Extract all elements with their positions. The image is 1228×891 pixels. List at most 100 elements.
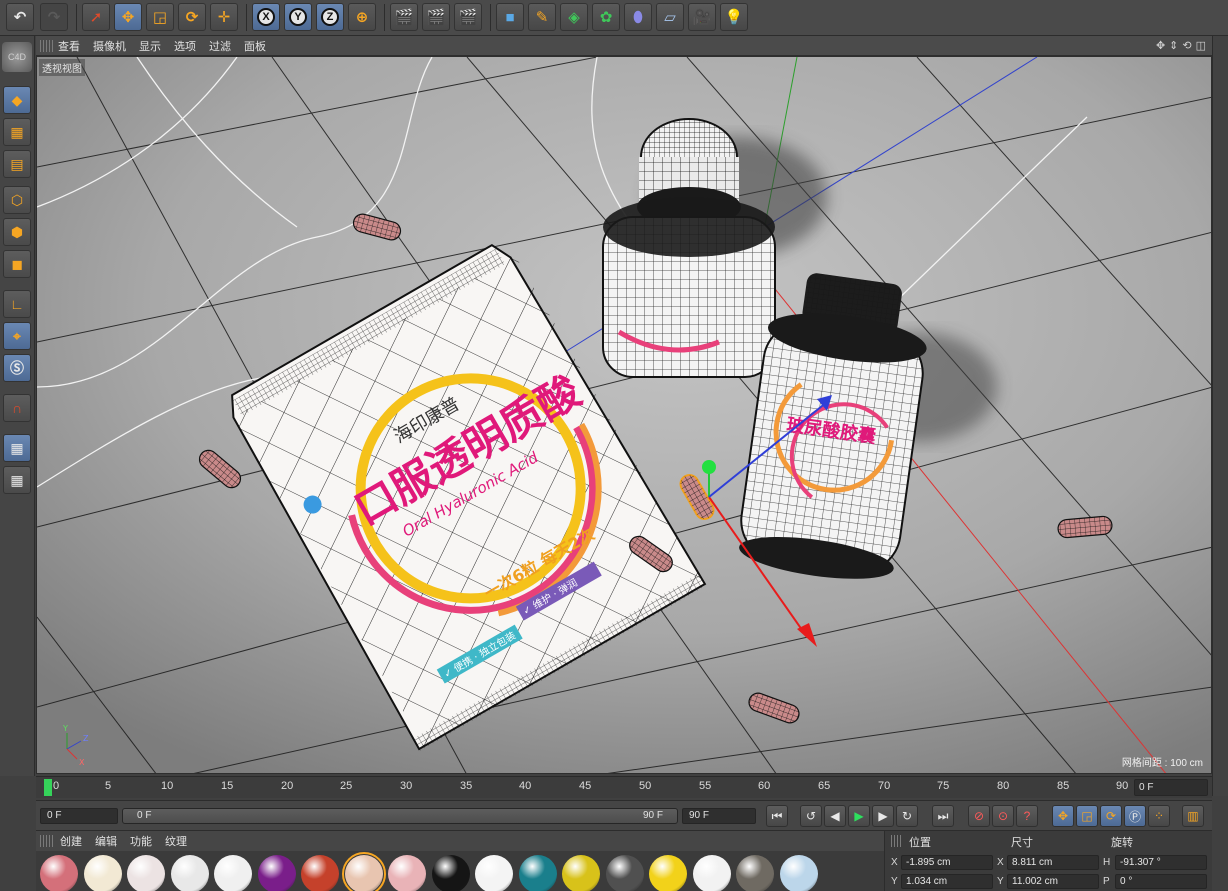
rotate-tool-button[interactable]: ⟳ — [178, 3, 206, 31]
end-frame-field[interactable]: 90 F — [682, 808, 756, 824]
cloner-button[interactable]: ✿ — [592, 3, 620, 31]
subdivision-button[interactable]: ◈ — [560, 3, 588, 31]
white-material-2-ball[interactable] — [214, 855, 252, 891]
gray-material-ball[interactable] — [605, 855, 644, 891]
pink-material-ball[interactable] — [40, 855, 78, 891]
pan-icon[interactable]: ✥ — [1156, 39, 1165, 52]
cube-object-button[interactable]: ■ — [496, 3, 524, 31]
keyframe-selection-button[interactable]: ? — [1016, 805, 1038, 827]
lock-workplane-button[interactable]: ▦ — [3, 434, 31, 462]
pen-spline-button[interactable]: ✎ — [528, 3, 556, 31]
deformer-button[interactable]: ⬮ — [624, 3, 652, 31]
menu-function[interactable]: 功能 — [130, 833, 152, 849]
size-y-field[interactable]: 11.002 cm — [1007, 874, 1099, 889]
menu-create[interactable]: 创建 — [60, 833, 82, 849]
black-material-ball[interactable] — [431, 855, 470, 891]
timeline-ruler[interactable]: 0 5 10 15 20 25 30 35 40 45 50 55 60 65 … — [36, 776, 1212, 798]
dolly-icon[interactable]: ⇕ — [1169, 39, 1178, 52]
snap-icon: Ⓢ — [10, 360, 24, 376]
light-pink-material-ball[interactable] — [388, 855, 426, 891]
magnet-button[interactable]: ∩ — [3, 394, 31, 422]
move-tool-button[interactable]: ✥ — [114, 3, 142, 31]
z-axis-lock-button[interactable]: Z — [316, 3, 344, 31]
panel-grip-icon[interactable] — [40, 835, 54, 847]
key-pla-button[interactable]: ⁘ — [1148, 805, 1170, 827]
next-frame-button[interactable]: ▶ — [872, 805, 894, 827]
transform-tool-button[interactable]: ✛ — [210, 3, 238, 31]
start-frame-field[interactable]: 0 F — [40, 808, 118, 824]
workplane-button[interactable]: ▤ — [3, 150, 31, 178]
current-frame-field[interactable]: 0 F — [1134, 779, 1208, 796]
light-blue-material-ball[interactable] — [779, 855, 818, 891]
snap-button[interactable]: Ⓢ — [3, 354, 31, 382]
teal-material-ball[interactable] — [518, 855, 557, 891]
panel-grip-icon[interactable] — [40, 39, 54, 52]
goto-start-button[interactable]: ⏮ — [766, 805, 788, 827]
render-settings-button[interactable]: 🎬 — [454, 3, 482, 31]
yellow-material-ball[interactable] — [649, 855, 687, 891]
model-mode-button[interactable]: ◆ — [3, 86, 31, 114]
goto-end-button[interactable]: ⏭ — [932, 805, 954, 827]
menu-filter[interactable]: 过滤 — [209, 38, 231, 54]
menu-options[interactable]: 选项 — [174, 38, 196, 54]
play-button[interactable]: ▶ — [848, 805, 870, 827]
redo-button[interactable]: ↷ — [40, 3, 68, 31]
orbit-icon[interactable]: ⟲ — [1182, 39, 1191, 52]
rot-h-field[interactable]: -91.307 ° — [1115, 855, 1207, 870]
skin-material-ball[interactable] — [341, 852, 386, 891]
timeline-window-button[interactable]: ▥ — [1182, 805, 1204, 827]
key-rotation-button[interactable]: ⟳ — [1100, 805, 1122, 827]
axis-mode-button[interactable]: ∟ — [3, 290, 31, 318]
size-x-field[interactable]: 8.811 cm — [1007, 855, 1099, 870]
texture-mode-button[interactable]: ▦ — [3, 118, 31, 146]
purple-material-ball[interactable] — [257, 855, 296, 891]
menu-texture[interactable]: 纹理 — [165, 833, 187, 849]
menu-view[interactable]: 查看 — [58, 38, 80, 54]
next-key-button[interactable]: ↻ — [896, 805, 918, 827]
edges-mode-button[interactable]: ⬢ — [3, 218, 31, 246]
workplane-axis-button[interactable]: ▦ — [3, 466, 31, 494]
red-material-ball[interactable] — [301, 855, 339, 891]
panel-grip-icon[interactable] — [891, 835, 903, 847]
render-view-button[interactable]: 🎬 — [390, 3, 418, 31]
rot-p-field[interactable]: 0 ° — [1115, 874, 1207, 889]
perspective-viewport[interactable]: 海印康普 口服透明质酸 Oral Hyaluronic Acid 一次6粒 每天… — [36, 56, 1212, 774]
live-selection-button[interactable]: ➚ — [82, 3, 110, 31]
yellow-label-material-ball[interactable] — [562, 855, 600, 891]
range-slider[interactable]: 0 F 90 F — [122, 808, 678, 824]
label-material-ball[interactable] — [83, 855, 122, 891]
floor-button[interactable]: ▱ — [656, 3, 684, 31]
prev-frame-button[interactable]: ◀ — [824, 805, 846, 827]
playhead[interactable] — [44, 779, 52, 796]
autokey-button[interactable]: ⊙ — [992, 805, 1014, 827]
key-position-button[interactable]: ✥ — [1052, 805, 1074, 827]
label-material-2-ball[interactable] — [127, 855, 165, 891]
undo-button[interactable]: ↶ — [6, 3, 34, 31]
z-axis-icon: Z — [321, 8, 339, 26]
prev-key-button[interactable]: ↺ — [800, 805, 822, 827]
render-picture-viewer-button[interactable]: 🎬 — [422, 3, 450, 31]
points-mode-button[interactable]: ⬡ — [3, 186, 31, 214]
white-material-3-ball[interactable] — [475, 855, 513, 891]
menu-display[interactable]: 显示 — [139, 38, 161, 54]
pos-x-field[interactable]: -1.895 cm — [901, 855, 993, 870]
y-axis-lock-button[interactable]: Y — [284, 3, 312, 31]
record-key-button[interactable]: ⊘ — [968, 805, 990, 827]
menu-edit[interactable]: 编辑 — [95, 833, 117, 849]
camera-button[interactable]: 🎥 — [688, 3, 716, 31]
menu-cameras[interactable]: 摄像机 — [93, 38, 126, 54]
key-parameter-button[interactable]: Ⓟ — [1124, 805, 1146, 827]
white-material-4-ball[interactable] — [692, 855, 731, 891]
white-material-ball[interactable] — [170, 855, 209, 891]
key-scale-button[interactable]: ◲ — [1076, 805, 1098, 827]
x-axis-lock-button[interactable]: X — [252, 3, 280, 31]
scale-tool-button[interactable]: ◲ — [146, 3, 174, 31]
menu-panel[interactable]: 面板 — [244, 38, 266, 54]
polygons-mode-button[interactable]: ◼ — [3, 250, 31, 278]
hdri-material-ball[interactable] — [736, 855, 774, 891]
maximize-icon[interactable]: ◫ — [1196, 39, 1206, 52]
tweak-mode-button[interactable]: ⌖ — [3, 322, 31, 350]
pos-y-field[interactable]: 1.034 cm — [901, 874, 993, 889]
light-button[interactable]: 💡 — [720, 3, 748, 31]
coordinate-system-button[interactable]: ⊕ — [348, 3, 376, 31]
